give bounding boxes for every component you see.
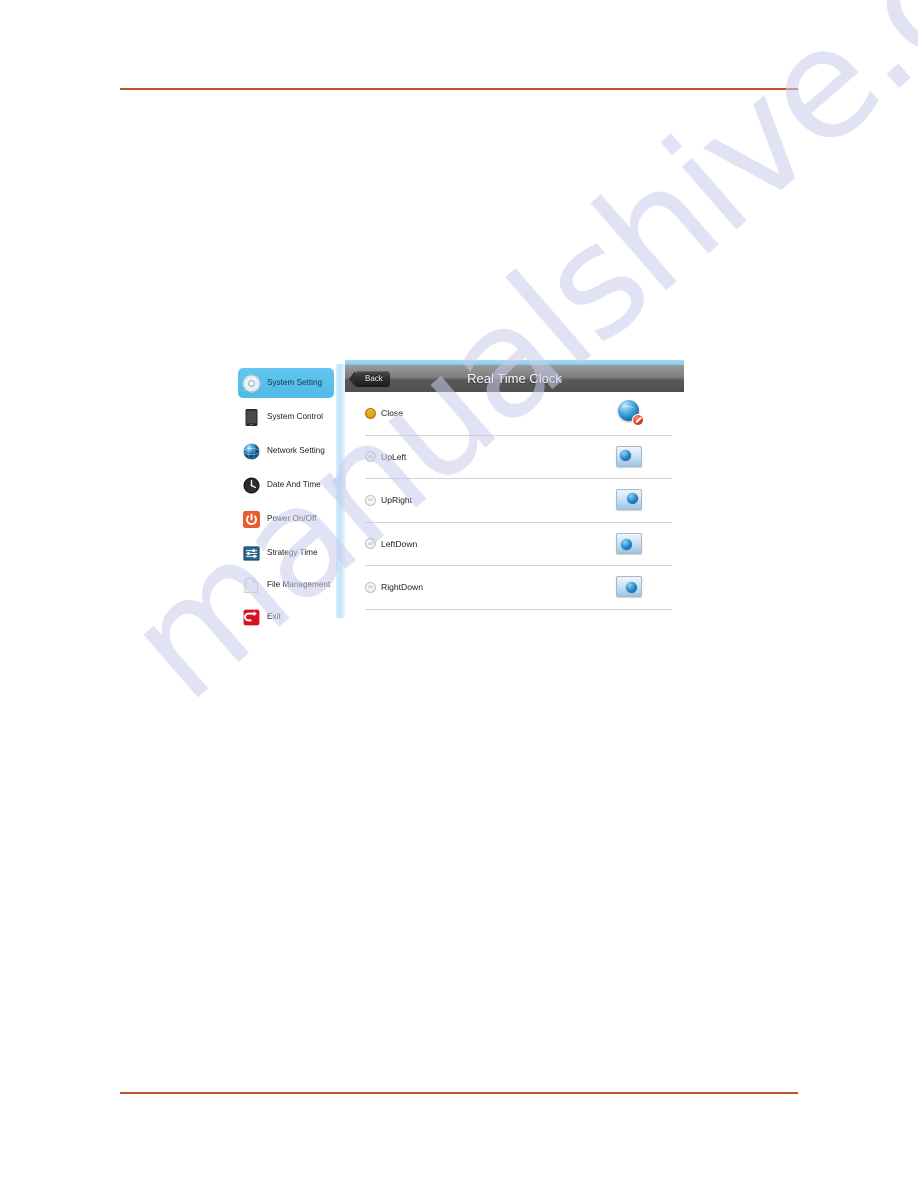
sidebar-item-label: Exit	[267, 612, 281, 622]
file-icon	[242, 576, 261, 595]
list-item[interactable]: LeftDown	[365, 523, 672, 566]
clock-icon	[242, 476, 261, 495]
sidebar-item-file-management[interactable]: File Management	[238, 570, 334, 600]
radio-upleft[interactable]	[365, 451, 376, 463]
monitor-shape	[616, 489, 642, 511]
sidebar-item-date-and-time[interactable]: Date And Time	[238, 470, 334, 500]
monitor-globe-upleft-icon	[616, 445, 642, 468]
sidebar: System Setting System Control Network Se…	[236, 364, 336, 625]
list-item-label: LeftDown	[381, 538, 418, 549]
panel-header: Back Real Time Clock	[345, 365, 684, 392]
list-item-label: Close	[381, 408, 403, 419]
sidebar-item-label: Date And Time	[267, 480, 321, 490]
strategy-icon	[242, 544, 261, 563]
globe-shape	[621, 538, 632, 550]
monitor-shape	[616, 576, 642, 598]
sidebar-item-label: System Control	[267, 412, 323, 422]
sidebar-item-power-on-off[interactable]: Power On/Off	[238, 504, 334, 534]
monitor-globe-rightdown-icon	[616, 576, 642, 598]
monitor-globe-leftdown-icon	[616, 532, 642, 555]
sidebar-item-label: Power On/Off	[267, 514, 317, 524]
globe-icon	[242, 442, 261, 461]
tablet-icon	[242, 408, 261, 427]
gear-icon	[242, 373, 261, 393]
globe-shape	[627, 493, 638, 505]
radio-close[interactable]	[365, 407, 376, 419]
globe-blocked-icon	[618, 400, 644, 427]
list-item[interactable]: UpRight	[365, 479, 672, 523]
sidebar-item-system-setting[interactable]: System Setting	[238, 368, 334, 398]
sidebar-item-label: File Management	[267, 579, 331, 589]
globe-shape	[626, 582, 637, 594]
panel-divider	[332, 364, 345, 618]
monitor-globe-upright-icon	[616, 489, 642, 511]
list-item[interactable]: Close	[365, 392, 672, 436]
list-item[interactable]: UpLeft	[365, 436, 672, 479]
device-ui-screenshot: System Setting System Control Network Se…	[236, 360, 684, 625]
sidebar-item-label: Network Setting	[267, 446, 325, 456]
globe-shape	[620, 449, 631, 461]
sidebar-item-label: Strategy Time	[267, 548, 318, 558]
list-item-label: UpRight	[381, 495, 413, 506]
settings-panel: Back Real Time Clock Close UpLeft UpRigh…	[345, 360, 684, 618]
prohibition-badge-icon	[632, 414, 644, 427]
page-bottom-rule	[120, 1092, 798, 1094]
sidebar-item-network-setting[interactable]: Network Setting	[238, 436, 334, 466]
sidebar-item-system-control[interactable]: System Control	[238, 402, 334, 432]
page-top-rule	[120, 88, 798, 90]
sidebar-item-strategy-time[interactable]: Strategy Time	[238, 538, 334, 568]
radio-rightdown[interactable]	[365, 581, 376, 593]
option-list: Close UpLeft UpRight LeftDown RightDown	[345, 392, 684, 618]
monitor-shape	[616, 532, 642, 554]
sidebar-item-label: System Setting	[267, 378, 323, 388]
radio-upright[interactable]	[365, 494, 376, 506]
power-icon	[242, 510, 261, 529]
chevron-left-icon	[332, 469, 341, 495]
page-title: Real Time Clock	[467, 371, 562, 386]
sidebar-item-exit[interactable]: Exit	[238, 602, 334, 632]
radio-leftdown[interactable]	[365, 538, 376, 550]
exit-icon	[242, 608, 261, 627]
list-item[interactable]: RightDown	[365, 566, 672, 610]
list-item-label: UpLeft	[381, 451, 407, 462]
list-item-label: RightDown	[381, 582, 424, 593]
monitor-shape	[616, 445, 642, 467]
